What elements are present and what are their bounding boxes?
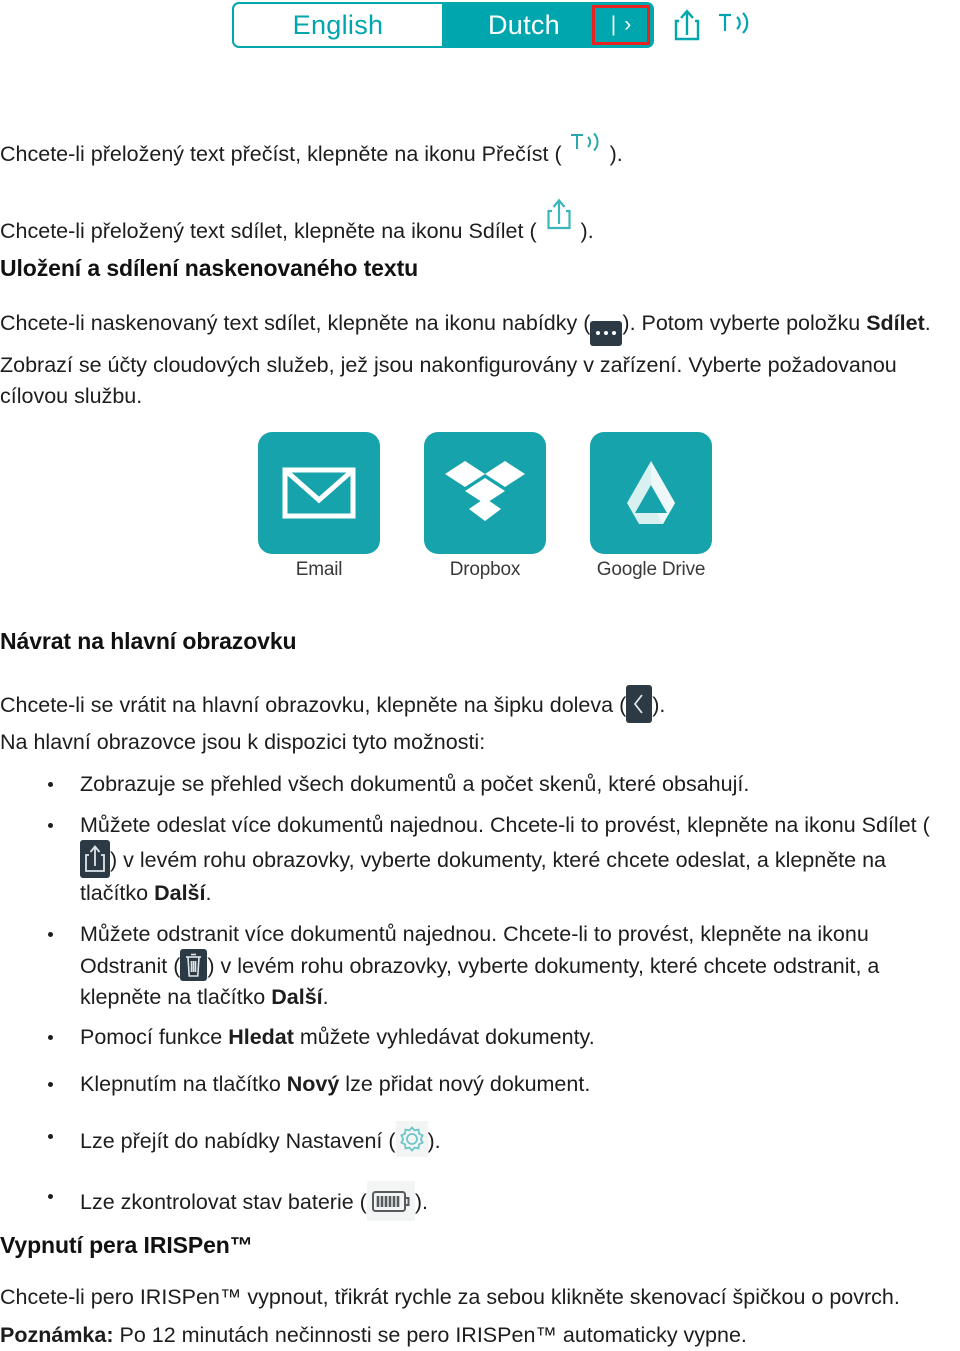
service-label: Email [295, 559, 343, 580]
language-bar: English Dutch | › [232, 2, 654, 48]
language-bar-screenshot: English Dutch | › [232, 2, 752, 48]
target-language-tab[interactable]: Dutch [442, 4, 592, 46]
chevron-right-icon: › [624, 13, 632, 36]
trash-icon [180, 949, 208, 982]
menu-dots [590, 321, 622, 346]
menu-share-bold-share: Sdílet [866, 311, 925, 335]
bullet-send-text-end: . [205, 881, 212, 906]
list-item: Pomocí funkce Hledat můžete vyhledávat d… [0, 1022, 960, 1053]
cloud-accounts-paragraph: Zobrazí se účty cloudových služeb, jež j… [0, 353, 897, 408]
bullet-new-text-before: Klepnutím na tlačítko [80, 1071, 287, 1096]
bullet-search-text-before: Pomocí funkce [80, 1025, 229, 1050]
note-text: Po 12 minutách nečinnosti se pero IRISPe… [113, 1323, 747, 1347]
dropbox-icon [424, 432, 546, 554]
bullet-delete-text-end: . [322, 984, 329, 1009]
menu-icon [590, 320, 623, 346]
shutdown-heading: Vypnutí pera IRISPen™ [0, 1232, 253, 1258]
battery-icon [366, 1181, 415, 1222]
bullet-send-text-before: Můžete odeslat více dokumentů najednou. … [80, 812, 930, 837]
save-share-heading: Uložení a sdílení naskenovaného textu [0, 255, 419, 281]
read-instruction-text-after: ). [603, 142, 623, 166]
service-dropbox[interactable]: Dropbox [424, 432, 546, 581]
list-item: Zobrazuje se přehled všech dokumentů a p… [0, 769, 960, 800]
text-to-speech-icon [569, 130, 603, 154]
home-options-intro: Na hlavní obrazovce jsou k dispozici tyt… [0, 730, 486, 754]
cursor-bar-glyph: | [610, 13, 617, 36]
back-arrow-icon [626, 685, 653, 723]
share-icon [545, 197, 573, 231]
bullet-settings-text-before: Lze přejít do nabídky Nastavení ( [80, 1129, 396, 1154]
bullet-overview-text: Zobrazuje se přehled všech dokumentů a p… [80, 772, 750, 796]
back-arrow-paragraph: Chcete-li se vrátit na hlavní obrazovku,… [0, 685, 960, 723]
list-item: Můžete odeslat více dokumentů najednou. … [0, 810, 930, 909]
list-item: Klepnutím na tlačítko Nový lze přidat no… [0, 1069, 960, 1100]
translate-go-button[interactable]: | › [592, 5, 650, 45]
bullet-new-text-after: lze přidat nový dokument. [339, 1071, 591, 1096]
service-label: Dropbox [449, 559, 521, 580]
bullet-delete-bold-next: Další [271, 984, 323, 1009]
share-icon[interactable] [672, 8, 702, 42]
cloud-services-row: Email Dropbox Google Drive [258, 432, 712, 581]
text-to-speech-icon[interactable] [716, 9, 752, 42]
menu-share-text-before: Chcete-li naskenovaný text sdílet, klepn… [0, 311, 591, 335]
envelope-icon [258, 432, 380, 554]
home-screen-heading: Návrat na hlavní obrazovku [0, 628, 297, 654]
menu-share-text-end: . [924, 311, 931, 335]
list-item: Lze zkontrolovat stav baterie ( ). [0, 1181, 960, 1222]
list-item: Lze přejít do nabídky Nastavení ( ). [0, 1121, 960, 1158]
bullet-search-text-after: můžete vyhledávat dokumenty. [293, 1025, 595, 1050]
back-arrow-text-after: ). [652, 693, 666, 717]
home-options-list: Zobrazuje se přehled všech dokumentů a p… [0, 769, 960, 1222]
bullet-search-bold: Hledat [228, 1025, 294, 1050]
list-item: Můžete odstranit více dokumentů najednou… [0, 919, 925, 1013]
bullet-new-bold: Nový [286, 1071, 340, 1096]
service-email[interactable]: Email [258, 432, 380, 581]
share-icon [80, 840, 110, 879]
back-arrow-text-before: Chcete-li se vrátit na hlavní obrazovku,… [0, 693, 627, 717]
bullet-battery-text-after: ). [414, 1190, 428, 1215]
bullet-send-bold-next: Další [154, 881, 206, 906]
note-label: Poznámka: [0, 1323, 114, 1347]
menu-share-text-mid: ). Potom vyberte položku [622, 311, 867, 335]
gear-icon [395, 1121, 428, 1158]
google-drive-icon [590, 432, 712, 554]
source-language-tab[interactable]: English [234, 4, 442, 46]
read-instruction-paragraph: Chcete-li přeložený text přečíst, klepně… [0, 130, 960, 170]
share-instruction-paragraph: Chcete-li přeložený text sdílet, klepnět… [0, 197, 960, 247]
service-label: Google Drive [596, 559, 706, 580]
read-instruction-text-before: Chcete-li přeložený text přečíst, klepně… [0, 142, 568, 166]
bullet-settings-text-after: ). [427, 1129, 441, 1154]
document-page: English Dutch | › Chcete-li přeložený te… [0, 0, 960, 1350]
menu-share-paragraph: Chcete-li naskenovaný text sdílet, klepn… [0, 308, 960, 346]
language-bar-actions [672, 8, 752, 42]
shutdown-paragraph: Chcete-li pero IRISPen™ vypnout, třikrát… [0, 1285, 900, 1309]
share-instruction-text-after: ). [574, 219, 594, 243]
bullet-battery-text-before: Lze zkontrolovat stav baterie ( [80, 1190, 367, 1215]
share-instruction-text-before: Chcete-li přeložený text sdílet, klepnět… [0, 219, 543, 243]
shutdown-note: Poznámka: Po 12 minutách nečinnosti se p… [0, 1320, 960, 1351]
service-google-drive[interactable]: Google Drive [590, 432, 712, 581]
